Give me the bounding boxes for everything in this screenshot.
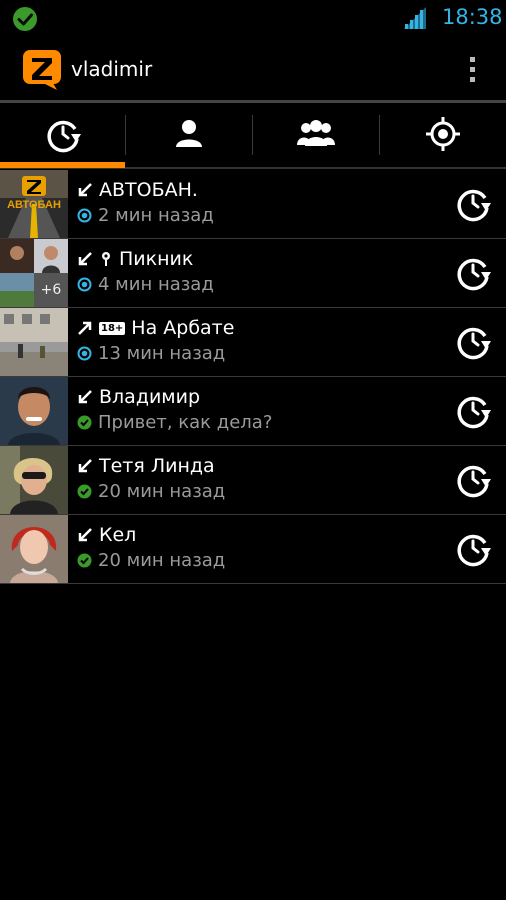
status-green-check-icon [77, 415, 92, 430]
location-pin-icon [102, 252, 110, 266]
recent-action-icon[interactable] [454, 322, 492, 360]
incoming-arrow-icon [78, 252, 92, 266]
location-target-icon [426, 117, 460, 151]
outgoing-arrow-icon [78, 321, 92, 335]
channel-thumbnail [0, 308, 68, 376]
age-restriction-badge: 18+ [99, 321, 126, 335]
chat-subtitle: 4 мин назад [98, 274, 214, 295]
chat-title: Кел [99, 524, 137, 546]
chat-subtitle: 2 мин назад [98, 205, 214, 226]
recent-action-icon[interactable] [454, 460, 492, 498]
action-bar: vladimir [0, 38, 506, 100]
chat-subtitle: 13 мин назад [98, 343, 226, 364]
chat-title: Тетя Линда [99, 455, 215, 477]
tab-recent[interactable] [0, 103, 125, 165]
chat-row[interactable]: 18+ На Арбате 13 мин назад [0, 308, 506, 377]
status-bar: 18:38 [0, 0, 506, 38]
chat-subtitle: 20 мин назад [98, 550, 226, 571]
avatar [0, 446, 68, 514]
incoming-arrow-icon [78, 528, 92, 542]
status-green-check-icon [77, 553, 92, 568]
status-blue-dot-icon [77, 208, 92, 223]
chat-subtitle: 20 мин назад [98, 481, 226, 502]
recent-action-icon[interactable] [454, 391, 492, 429]
channel-thumbnail: АВТОБАН [0, 170, 68, 238]
thumbnail-text: АВТОБАН [7, 199, 61, 211]
zello-logo-icon[interactable] [23, 50, 61, 90]
tab-location[interactable] [380, 103, 506, 165]
group-thumbnail: +6 [0, 239, 68, 307]
person-icon [176, 120, 202, 147]
app-title: vladimir [71, 57, 153, 81]
chat-title: На Арбате [131, 317, 235, 339]
recent-clock-icon [47, 120, 81, 153]
clock: 18:38 [442, 5, 503, 29]
chat-row[interactable]: +6 Пикник 4 мин назад [0, 239, 506, 308]
avatar [0, 515, 68, 583]
chat-title: АВТОБАН. [99, 179, 198, 201]
incoming-arrow-icon [78, 183, 92, 197]
more-members-count: +6 [34, 273, 68, 307]
status-blue-dot-icon [77, 346, 92, 361]
row-divider [0, 583, 506, 584]
incoming-arrow-icon [78, 459, 92, 473]
group-icon [297, 120, 335, 146]
overflow-menu-icon[interactable] [462, 54, 482, 84]
chat-title: Пикник [119, 248, 194, 270]
avatar [0, 377, 68, 445]
tab-contacts[interactable] [126, 103, 252, 165]
signal-strength-icon [404, 7, 426, 29]
chat-row[interactable]: АВТОБАН АВТОБАН. 2 мин назад [0, 170, 506, 239]
recent-action-icon[interactable] [454, 529, 492, 567]
chat-row[interactable]: Тетя Линда 20 мин назад [0, 446, 506, 515]
chat-row[interactable]: Кел 20 мин назад [0, 515, 506, 584]
chat-title: Владимир [99, 386, 201, 408]
tab-bar [0, 103, 506, 169]
recent-action-icon[interactable] [454, 253, 492, 291]
chat-subtitle: Привет, как дела? [98, 412, 273, 433]
tab-groups[interactable] [253, 103, 379, 165]
check-circle-icon [13, 7, 37, 31]
status-blue-dot-icon [77, 277, 92, 292]
recent-action-icon[interactable] [454, 184, 492, 222]
status-green-check-icon [77, 484, 92, 499]
chat-row[interactable]: Владимир Привет, как дела? [0, 377, 506, 446]
incoming-arrow-icon [78, 390, 92, 404]
selected-tab-indicator [0, 162, 125, 168]
